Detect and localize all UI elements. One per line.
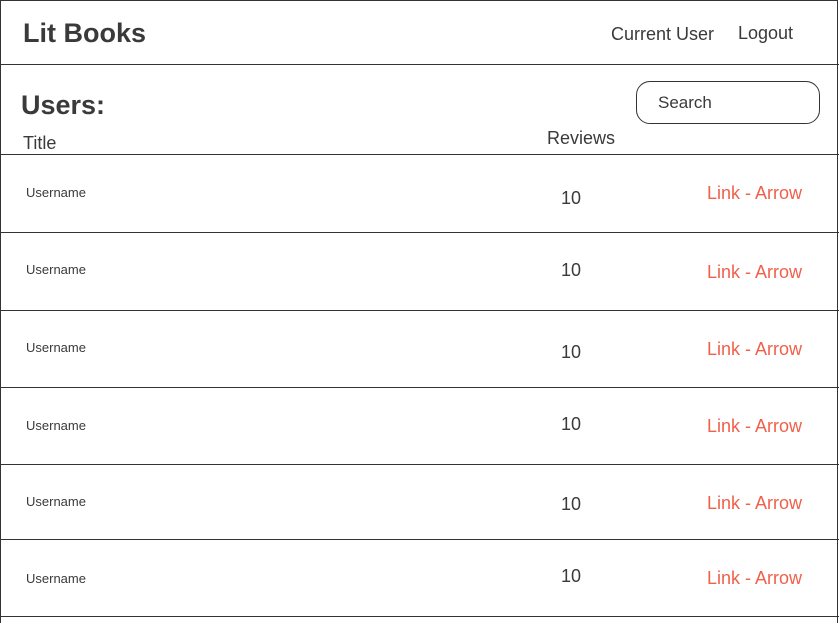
row-username: Username [26,494,86,509]
page-title: Users: [21,90,106,120]
table-row: Username 10 Link - Arrow [1,387,839,464]
table-row: Username 10 Link - Arrow [1,539,839,617]
row-username: Username [26,418,86,433]
table-row: Username 10 Link - Arrow [1,232,839,310]
users-table: Username 10 Link - Arrow Username 10 Lin… [1,154,839,617]
row-review-count: 10 [561,188,582,208]
table-row: Username 10 Link - Arrow [1,154,839,232]
row-username: Username [26,262,86,277]
row-link-arrow[interactable]: Link - Arrow [707,493,802,514]
table-row: Username 10 Link - Arrow [1,310,839,387]
row-link-arrow[interactable]: Link - Arrow [707,339,802,360]
row-username: Username [26,340,86,355]
row-review-count: 10 [561,566,582,586]
row-review-count: 10 [561,494,582,514]
search-input[interactable] [658,92,808,113]
column-header-title: Title [23,133,57,153]
logout-link[interactable]: Logout [738,23,793,44]
row-link-arrow[interactable]: Link - Arrow [707,262,802,283]
column-header-reviews: Reviews [547,128,616,148]
row-review-count: 10 [561,414,582,434]
row-review-count: 10 [561,260,582,280]
row-link-arrow[interactable]: Link - Arrow [707,416,802,437]
row-link-arrow[interactable]: Link - Arrow [707,183,802,204]
current-user-link[interactable]: Current User [611,24,714,45]
row-review-count: 10 [561,342,582,362]
top-header: Lit Books Current User Logout [1,1,839,65]
row-username: Username [26,185,86,200]
table-row: Username 10 Link - Arrow [1,464,839,539]
app-frame: Lit Books Current User Logout Users: Tit… [0,0,839,623]
row-username: Username [26,571,86,586]
search-box[interactable] [636,81,820,124]
brand-logo[interactable]: Lit Books [23,18,146,49]
row-link-arrow[interactable]: Link - Arrow [707,568,802,589]
